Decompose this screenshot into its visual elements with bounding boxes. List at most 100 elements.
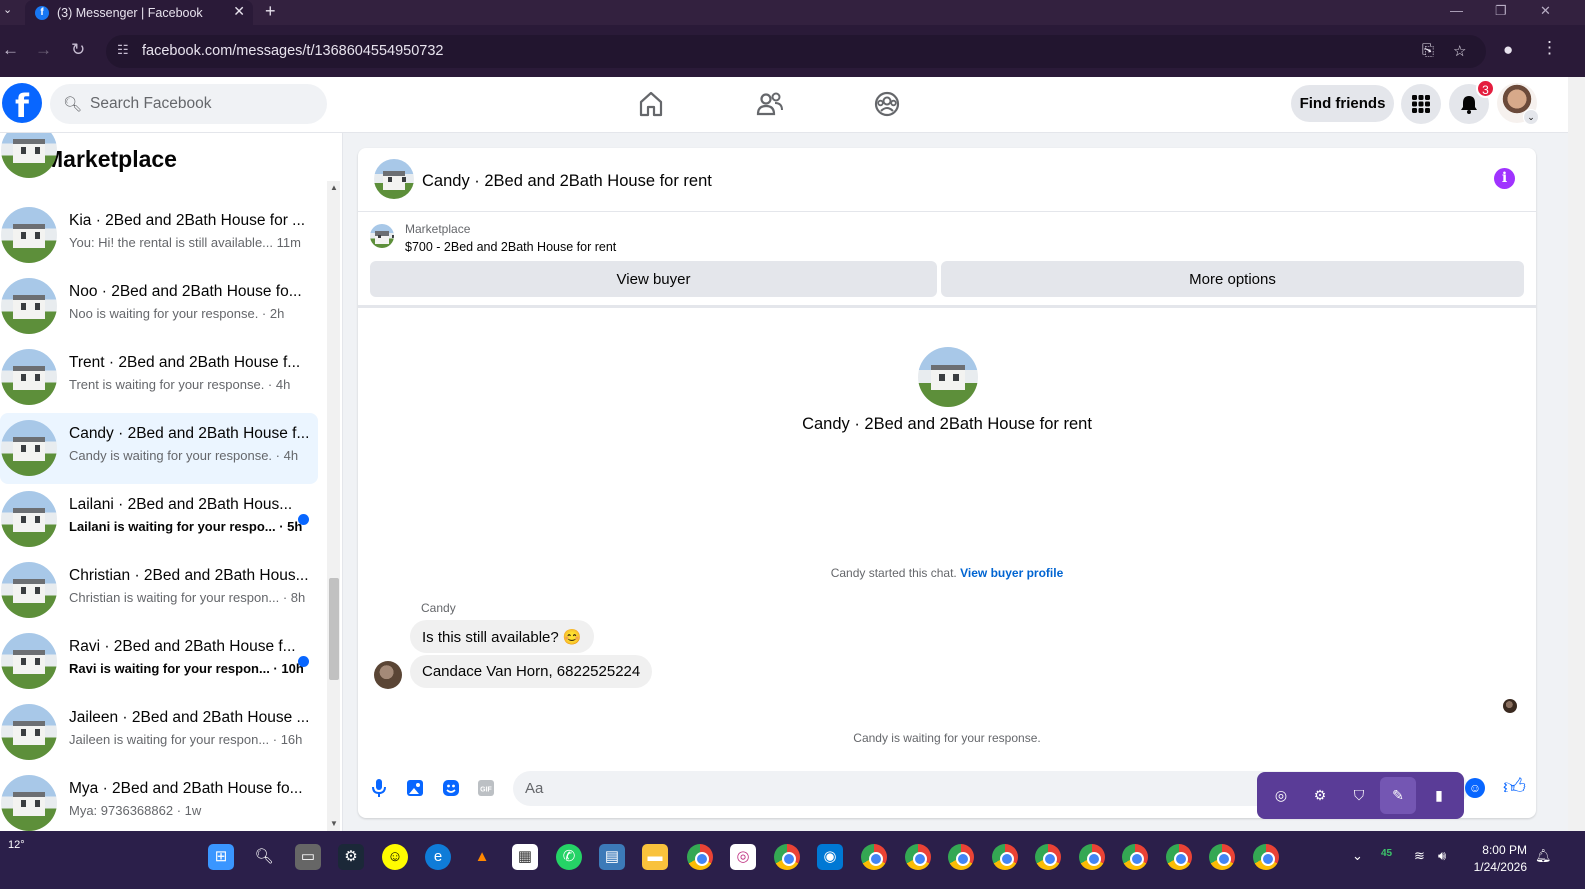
search-facebook-input[interactable]: 🔍︎ Search Facebook: [50, 84, 327, 124]
conversation-preview: Christian is waiting for your respon... …: [69, 590, 306, 605]
chrome-icon[interactable]: [992, 844, 1018, 870]
browser-menu-icon[interactable]: ⋮: [1541, 38, 1558, 58]
gif-icon[interactable]: GIF: [476, 778, 496, 798]
whatsapp-icon[interactable]: ✆: [556, 844, 582, 870]
start-icon[interactable]: ⊞: [208, 844, 234, 870]
conversation-name: Trent · 2Bed and 2Bath House f...: [69, 354, 301, 371]
battery-indicator[interactable]: 45: [1381, 848, 1392, 859]
scrollbar-track[interactable]: [327, 181, 340, 831]
chrome-icon[interactable]: [774, 844, 800, 870]
view-buyer-button[interactable]: View buyer: [370, 261, 937, 297]
search-taskbar-icon[interactable]: 🔍︎: [251, 844, 277, 870]
scroll-up-icon[interactable]: ▲: [330, 183, 338, 192]
thumbs-up-icon[interactable]: 👍︎: [1503, 773, 1526, 800]
listing-thumbnail[interactable]: [370, 224, 394, 248]
minimize-icon[interactable]: —: [1450, 3, 1463, 18]
pen-icon[interactable]: ✎: [1388, 785, 1408, 805]
photo-icon[interactable]: [405, 778, 425, 798]
new-tab-icon[interactable]: +: [265, 0, 276, 22]
steam-taskbar-icon[interactable]: ⚙: [338, 844, 364, 870]
back-icon[interactable]: ←: [2, 40, 19, 60]
microphone-icon[interactable]: [369, 778, 389, 798]
address-bar[interactable]: ☷ facebook.com/messages/t/13686045549507…: [106, 35, 1486, 68]
home-icon[interactable]: [636, 89, 666, 119]
file-explorer-icon[interactable]: ▬: [642, 844, 668, 870]
conversation-item[interactable]: Noo · 2Bed and 2Bath House fo... Noo is w…: [0, 271, 318, 342]
menu-grid-button[interactable]: [1401, 84, 1441, 124]
volume-icon[interactable]: 🔊︎: [1438, 848, 1446, 864]
clock-time: 8:00 PM: [1482, 843, 1527, 857]
forward-icon[interactable]: →: [35, 40, 52, 60]
chrome-icon[interactable]: [1209, 844, 1235, 870]
wifi-icon[interactable]: ≋: [1414, 848, 1425, 864]
conversation-item[interactable]: Kia · 2Bed and 2Bath House for ... You: H…: [0, 200, 318, 271]
conversation-item[interactable]: Christian · 2Bed and 2Bath Hous... Christ…: [0, 555, 318, 626]
chrome-icon[interactable]: [905, 844, 931, 870]
sticker-icon[interactable]: [441, 778, 461, 798]
chrome-icon[interactable]: [687, 844, 713, 870]
vlc-icon[interactable]: ▲: [469, 844, 495, 870]
chat-started-note: Candy started this chat. View buyer prof…: [358, 566, 1536, 580]
chrome-icon[interactable]: [1166, 844, 1192, 870]
conversation-item[interactable]: Trent · 2Bed and 2Bath House f... Trent i…: [0, 342, 318, 413]
chrome-icon[interactable]: [1122, 844, 1148, 870]
chrome-icon[interactable]: [1253, 844, 1279, 870]
instagram-icon[interactable]: ◎: [730, 844, 756, 870]
conversation-avatar: [1, 349, 57, 405]
message-bubble[interactable]: Candace Van Horn, 6822525224: [410, 655, 653, 688]
reload-icon[interactable]: ↻: [71, 40, 85, 60]
friends-icon[interactable]: [755, 89, 785, 119]
steam-icon[interactable]: ⚙: [1310, 785, 1330, 805]
chat-title[interactable]: Candy · 2Bed and 2Bath House for rent: [422, 172, 712, 191]
more-options-button[interactable]: More options: [941, 261, 1524, 297]
scroll-down-icon[interactable]: ▼: [330, 819, 338, 828]
site-info-icon[interactable]: ☷: [117, 42, 129, 58]
scrollbar-thumb[interactable]: [329, 578, 339, 680]
info-icon[interactable]: i: [1494, 168, 1515, 189]
emoji-icon[interactable]: ☺: [1465, 778, 1485, 798]
message-bubble[interactable]: Is this still available? 😊: [410, 620, 594, 653]
chevron-down-icon[interactable]: ⌄: [1523, 109, 1539, 125]
chrome-icon[interactable]: [1079, 844, 1105, 870]
browser-profile-icon[interactable]: ●: [1503, 40, 1513, 60]
clock[interactable]: 8:00 PM 1/24/2026: [1469, 842, 1527, 876]
task-view-icon[interactable]: ▭: [295, 844, 321, 870]
window-close-icon[interactable]: ✕: [1540, 3, 1551, 19]
shield-icon[interactable]: ⛉: [1349, 785, 1369, 805]
conversation-item[interactable]: Mya · 2Bed and 2Bath House fo... Mya: 973…: [0, 768, 318, 831]
bookmark-star-icon[interactable]: ☆: [1453, 42, 1466, 60]
remote-icon[interactable]: ◉: [817, 844, 843, 870]
conversation-item[interactable]: Lailani · 2Bed and 2Bath Hous... Lailani …: [0, 484, 318, 555]
store-icon[interactable]: ▦: [512, 844, 538, 870]
edge-icon[interactable]: e: [425, 844, 451, 870]
conversation-item[interactable]: Ravi · 2Bed and 2Bath House f... Ravi is …: [0, 626, 318, 697]
find-friends-button[interactable]: Find friends: [1291, 85, 1394, 122]
weather-widget[interactable]: 12°: [8, 839, 25, 851]
chrome-icon[interactable]: [1035, 844, 1061, 870]
monitor-icon[interactable]: ▤: [599, 844, 625, 870]
close-tab-icon[interactable]: ✕: [233, 3, 245, 20]
restore-icon[interactable]: ❐: [1495, 3, 1507, 19]
view-buyer-profile-link[interactable]: View buyer profile: [960, 566, 1063, 580]
chrome-icon[interactable]: [861, 844, 887, 870]
groups-icon[interactable]: [872, 89, 902, 119]
conversation-partial[interactable]: [0, 133, 318, 186]
page-scrollbar[interactable]: [1568, 77, 1585, 831]
conversation-item[interactable]: Jaileen · 2Bed and 2Bath House ... Jailee…: [0, 697, 318, 768]
notification-bell-icon[interactable]: 🔔︎: [1535, 848, 1552, 864]
chat-avatar[interactable]: [374, 159, 414, 199]
capture-icon[interactable]: ◎: [1271, 785, 1291, 805]
listing-price[interactable]: $700 - 2Bed and 2Bath House for rent: [405, 240, 616, 254]
url-text[interactable]: facebook.com/messages/t/1368604554950732: [142, 43, 444, 59]
chevron-up-icon[interactable]: ⌄: [1352, 848, 1363, 864]
sender-avatar[interactable]: [374, 661, 402, 689]
tab-search-icon[interactable]: ⌄: [3, 3, 12, 16]
chrome-icon[interactable]: [948, 844, 974, 870]
snapchat-icon[interactable]: ☺: [382, 844, 408, 870]
facebook-logo-icon[interactable]: f: [2, 83, 42, 123]
browser-tab[interactable]: f (3) Messenger | Facebook ✕: [25, 0, 253, 25]
performance-chart-icon[interactable]: ▮: [1429, 785, 1449, 805]
bell-icon: [1461, 96, 1477, 114]
conversation-item[interactable]: Candy · 2Bed and 2Bath House f... Candy i…: [0, 413, 318, 484]
install-app-icon[interactable]: ⎘: [1422, 42, 1434, 59]
